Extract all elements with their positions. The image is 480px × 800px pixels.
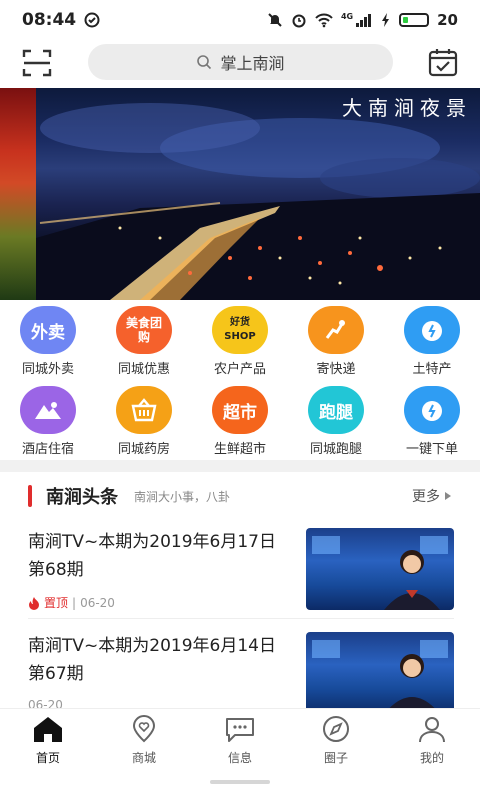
service-label: 同城外卖 bbox=[21, 362, 74, 377]
banner-title: 大南涧夜景 bbox=[342, 96, 472, 120]
search-bar[interactable]: 掌上南涧 bbox=[88, 44, 393, 80]
service-label: 土特产 bbox=[412, 362, 452, 377]
nav-item-circle[interactable]: 圈子 bbox=[288, 709, 384, 769]
alarm-clock-icon bbox=[404, 306, 460, 354]
supermarket-icon: 超市 bbox=[212, 386, 268, 434]
news-item-meta: 06-20 bbox=[28, 698, 63, 708]
service-label: 同城优惠 bbox=[117, 362, 170, 377]
news-item[interactable]: 南涧TV~本期为2019年6月17日 第68期 置顶 | 06-20 bbox=[12, 528, 468, 628]
nav-item-home[interactable]: 首页 bbox=[0, 709, 96, 769]
service-label: 农户产品 bbox=[213, 362, 266, 377]
banner-carousel[interactable]: 大南涧夜景 bbox=[0, 88, 480, 300]
alarm-icon bbox=[292, 14, 306, 28]
bottom-nav: 首页 商城 信息 圈子 我的 bbox=[0, 708, 480, 768]
section-divider bbox=[0, 460, 480, 472]
nav-label: 圈子 bbox=[323, 751, 348, 765]
news-item-tag: 置顶 bbox=[44, 596, 69, 610]
search-icon bbox=[197, 55, 212, 70]
meta-separator: | bbox=[72, 595, 77, 610]
alarm-clock-icon bbox=[404, 386, 460, 434]
status-bar: 08:44 4G 20 bbox=[0, 0, 480, 40]
mute-icon bbox=[268, 13, 282, 27]
service-label: 寄快递 bbox=[316, 362, 356, 377]
battery-icon bbox=[399, 13, 430, 27]
news-section: 南涧头条 南涧大小事，八卦 更多 南涧TV~本期为2019年6月17日 第68期… bbox=[12, 472, 468, 708]
home-icon bbox=[31, 715, 65, 747]
news-header: 南涧头条 南涧大小事，八卦 更多 bbox=[12, 482, 468, 510]
nav-label: 我的 bbox=[419, 751, 444, 765]
news-accent-bar bbox=[28, 485, 32, 507]
service-icon-text: 美食团购 bbox=[125, 316, 162, 344]
scan-icon[interactable] bbox=[22, 48, 52, 78]
courier-icon bbox=[308, 306, 364, 354]
news-item-date: 06-20 bbox=[28, 698, 63, 708]
app-header: 掌上南涧 bbox=[0, 40, 480, 88]
food-group-icon: 美食团购 bbox=[116, 306, 172, 354]
service-label: 酒店住宿 bbox=[21, 442, 74, 457]
user-icon bbox=[415, 715, 449, 747]
calendar-check-icon[interactable] bbox=[428, 47, 458, 77]
news-item-date: 06-20 bbox=[80, 595, 115, 610]
service-item[interactable]: 土特产 bbox=[384, 300, 480, 380]
battery-level: 20 bbox=[437, 11, 458, 29]
news-title: 南涧头条 bbox=[46, 487, 118, 508]
shop-icon: 好货SHOP bbox=[212, 306, 268, 354]
service-item[interactable]: 酒店住宿 bbox=[0, 380, 96, 460]
nav-item-mall[interactable]: 商城 bbox=[96, 709, 192, 769]
news-thumbnail bbox=[306, 528, 454, 610]
news-item-meta: 置顶 | 06-20 bbox=[28, 594, 115, 611]
takeout-icon: 外卖 bbox=[20, 306, 76, 354]
hotel-icon bbox=[20, 386, 76, 434]
compass-icon bbox=[319, 715, 353, 747]
service-item[interactable]: 外卖 同城外卖 bbox=[0, 300, 96, 380]
status-time-group: 08:44 bbox=[22, 10, 100, 30]
service-item[interactable]: 跑腿 同城跑腿 bbox=[288, 380, 384, 460]
service-item[interactable]: 寄快递 bbox=[288, 300, 384, 380]
search-placeholder: 掌上南涧 bbox=[220, 54, 285, 73]
nav-item-profile[interactable]: 我的 bbox=[384, 709, 480, 769]
news-item[interactable]: 南涧TV~本期为2019年6月14日 第67期 06-20 bbox=[12, 632, 468, 708]
news-item-title: 南涧TV~本期为2019年6月14日 第67期 bbox=[28, 636, 293, 684]
arrow-right-icon bbox=[445, 492, 451, 500]
more-label: 更多 bbox=[412, 489, 440, 505]
location-heart-icon bbox=[127, 715, 161, 747]
fire-icon bbox=[29, 596, 39, 610]
wifi-icon bbox=[315, 13, 333, 28]
news-thumbnail bbox=[306, 632, 454, 708]
news-item-title: 南涧TV~本期为2019年6月17日 第68期 bbox=[28, 532, 293, 580]
service-label: 生鲜超市 bbox=[213, 442, 266, 457]
more-button[interactable]: 更多 bbox=[412, 486, 452, 506]
sync-icon bbox=[84, 12, 100, 28]
service-label: 一键下单 bbox=[405, 442, 458, 457]
service-icon-text: 外卖 bbox=[31, 322, 65, 343]
status-time: 08:44 bbox=[22, 10, 77, 30]
nav-label: 商城 bbox=[131, 751, 156, 765]
service-label: 同城药房 bbox=[117, 442, 170, 457]
news-subtitle: 南涧大小事，八卦 bbox=[134, 489, 231, 504]
news-divider bbox=[28, 618, 454, 619]
charging-icon bbox=[382, 13, 390, 27]
status-icons: 4G 20 bbox=[267, 11, 458, 29]
service-icon-text: 超市 bbox=[223, 402, 257, 423]
service-icon-text: 好货SHOP bbox=[224, 317, 256, 342]
home-indicator bbox=[210, 780, 270, 784]
chat-icon bbox=[223, 715, 257, 747]
basket-icon bbox=[116, 386, 172, 434]
service-item[interactable]: 美食团购 同城优惠 bbox=[96, 300, 192, 380]
network-type: 4G bbox=[340, 11, 354, 21]
service-item[interactable]: 好货SHOP 农户产品 bbox=[192, 300, 288, 380]
errand-icon: 跑腿 bbox=[308, 386, 364, 434]
service-item[interactable]: 超市 生鲜超市 bbox=[192, 380, 288, 460]
nav-label: 信息 bbox=[227, 751, 252, 765]
signal-icon bbox=[356, 14, 372, 27]
service-icon-text: 跑腿 bbox=[319, 402, 353, 423]
service-item[interactable]: 同城药房 bbox=[96, 380, 192, 460]
service-item[interactable]: 一键下单 bbox=[384, 380, 480, 460]
nav-label: 首页 bbox=[35, 751, 60, 765]
service-grid: 外卖 同城外卖 美食团购 同城优惠 好货SHOP 农户产品 寄快递 土特产 酒店住宿 同城药房 超市… bbox=[0, 300, 480, 460]
nav-item-messages[interactable]: 信息 bbox=[192, 709, 288, 769]
service-label: 同城跑腿 bbox=[309, 442, 362, 457]
